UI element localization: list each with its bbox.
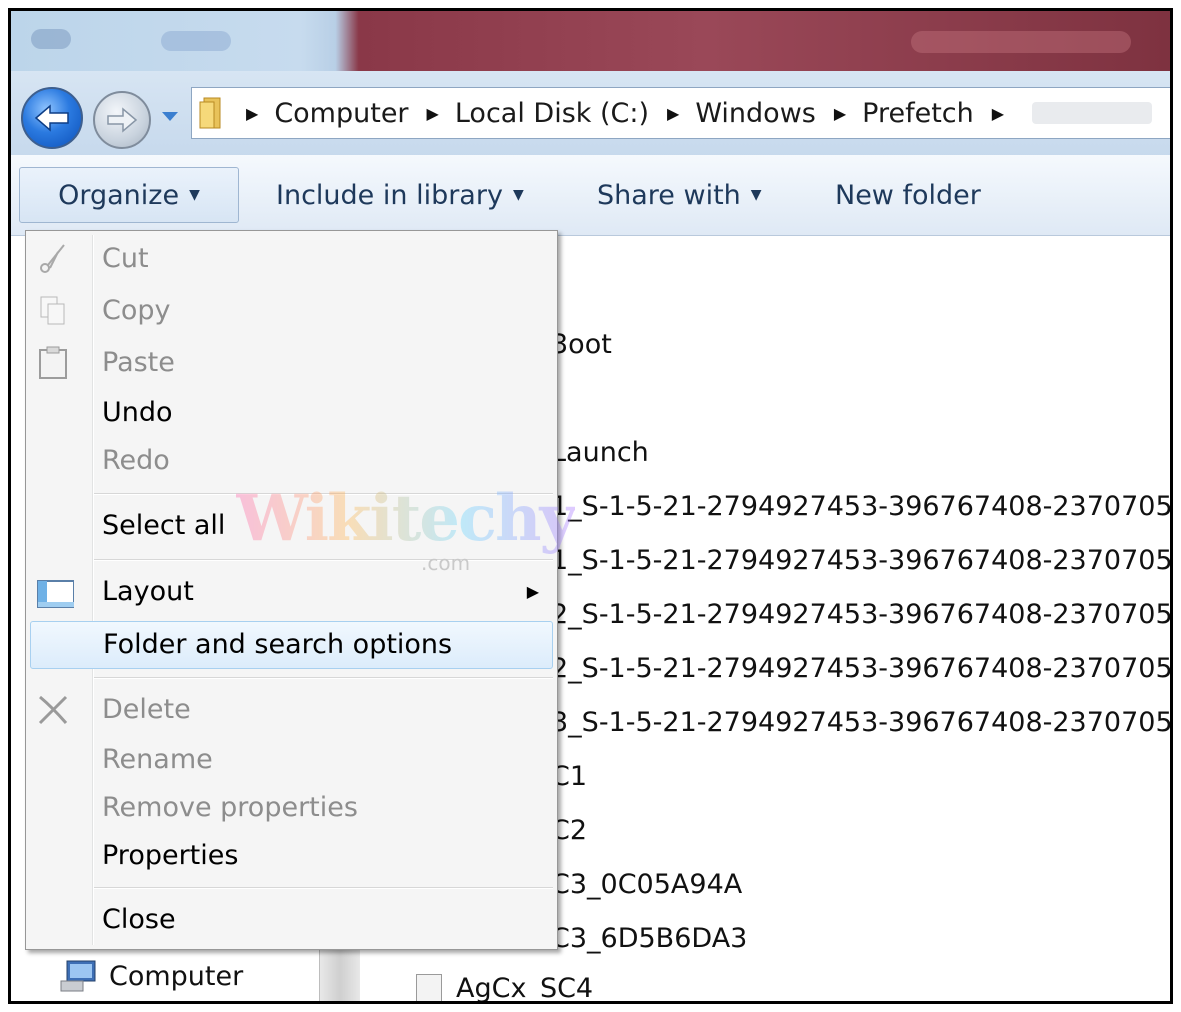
wikitechy-watermark: Wikitechy (236, 481, 577, 556)
chevron-down-icon: ▼ (750, 187, 762, 203)
menu-item-label: Delete (102, 694, 191, 725)
new-folder-label: New folder (835, 179, 981, 211)
breadcrumb-item-prefetch[interactable]: ▶ Prefetch ▶ (816, 98, 1020, 129)
scissors-icon (40, 244, 65, 273)
menu-item-label: Folder and search options (103, 629, 453, 660)
menu-item-close[interactable]: Close (26, 897, 557, 943)
file-item[interactable]: Launch (551, 433, 649, 473)
file-item[interactable]: 2_S-1-5-21-2794927453-396767408-23707051 (551, 595, 1173, 635)
organize-button[interactable]: Organize ▼ (19, 167, 239, 223)
nav-item-label: Computer (109, 960, 244, 992)
file-item[interactable]: 3oot (551, 325, 612, 365)
nav-pane-scrollbar[interactable] (319, 941, 360, 1001)
menu-item-label: Properties (102, 840, 239, 871)
menu-item-label: Select all (102, 510, 226, 541)
chevron-down-icon: ▼ (189, 187, 200, 203)
submenu-arrow-icon: ▶ (526, 582, 539, 601)
menu-item-label: Layout (102, 576, 194, 607)
blurred-address-text (1032, 102, 1153, 124)
file-name: C3_0C05A94A (551, 869, 743, 900)
breadcrumb-arrow-icon[interactable]: ▶ (992, 104, 1004, 123)
blurred-title-element (911, 31, 1131, 53)
breadcrumb-arrow-icon[interactable]: ▶ (246, 104, 258, 123)
breadcrumb-arrow-icon[interactable]: ▶ (667, 104, 679, 123)
file-item[interactable]: 3_S-1-5-21-2794927453-396767408-23707051 (551, 703, 1173, 743)
blurred-title-element (161, 31, 231, 51)
menu-item-label: Cut (102, 243, 149, 274)
menu-separator (94, 559, 553, 561)
menu-item-label: Remove properties (102, 792, 358, 823)
blurred-title-element (31, 29, 71, 49)
clipboard-icon (39, 346, 67, 379)
address-bar[interactable]: ▶ Computer ▶ Local Disk (C:) ▶ Windows ▶… (191, 87, 1170, 139)
back-button[interactable] (21, 87, 83, 149)
menu-separator (94, 887, 553, 889)
file-item[interactable]: 1_S-1-5-21-2794927453-396767408-23707051 (551, 487, 1173, 527)
copy-icon (40, 296, 65, 325)
new-folder-button[interactable]: New folder (835, 167, 981, 223)
menu-item-layout[interactable]: Layout ▶ (26, 569, 557, 615)
menu-item-folder-and-search-options[interactable]: Folder and search options (30, 621, 553, 669)
menu-item-label: Redo (102, 445, 170, 476)
command-bar: Organize ▼ Include in library ▼ Share wi… (11, 155, 1170, 236)
menu-item-undo[interactable]: Undo (26, 390, 557, 436)
file-item[interactable]: C3_0C05A94A (551, 865, 742, 905)
breadcrumb-label: Computer (274, 97, 409, 129)
include-in-library-button[interactable]: Include in library ▼ (276, 167, 524, 223)
file-name: AgCx_SC4 (456, 973, 594, 1004)
explorer-window: ▶ Computer ▶ Local Disk (C:) ▶ Windows ▶… (8, 8, 1173, 1004)
computer-icon (60, 960, 96, 992)
nav-item-computer[interactable]: Computer (59, 959, 243, 993)
file-item[interactable]: C3_6D5B6DA3 (551, 919, 747, 959)
arrow-left-icon (34, 104, 69, 132)
menu-item-label: Paste (102, 347, 175, 378)
file-name: 1_S-1-5-21-2794927453-396767408-23707051 (551, 545, 1173, 576)
breadcrumb-arrow-icon[interactable]: ▶ (427, 104, 439, 123)
menu-item-redo[interactable]: Redo (26, 438, 557, 484)
breadcrumb-item-windows[interactable]: ▶ Windows (649, 98, 816, 129)
include-in-library-label: Include in library (276, 179, 503, 211)
file-name: Launch (551, 437, 649, 468)
menu-item-label: Undo (102, 397, 173, 428)
menu-item-delete[interactable]: Delete (26, 687, 557, 733)
folder-icon (199, 97, 221, 129)
menu-item-properties[interactable]: Properties (26, 833, 557, 879)
file-item[interactable]: AgCx_SC4 (416, 969, 594, 1004)
menu-item-paste[interactable]: Paste (26, 340, 557, 386)
file-name: 1_S-1-5-21-2794927453-396767408-23707051 (551, 491, 1173, 522)
breadcrumb-item-computer[interactable]: ▶ Computer (228, 98, 409, 129)
menu-separator (94, 677, 553, 679)
file-item[interactable]: 1_S-1-5-21-2794927453-396767408-23707051 (551, 541, 1173, 581)
file-name: 3_S-1-5-21-2794927453-396767408-23707051 (551, 707, 1173, 738)
wikitechy-watermark-domain: .com (421, 551, 471, 575)
chevron-down-icon: ▼ (512, 187, 524, 203)
menu-item-label: Rename (102, 744, 213, 775)
share-with-button[interactable]: Share with ▼ (597, 167, 762, 223)
file-name: C3_6D5B6DA3 (551, 923, 748, 954)
menu-item-remove-properties[interactable]: Remove properties (26, 785, 557, 831)
breadcrumb-label: Prefetch (862, 97, 974, 129)
breadcrumb-label: Windows (695, 97, 816, 129)
recent-pages-dropdown-icon[interactable] (161, 109, 179, 123)
menu-item-cut[interactable]: Cut (26, 236, 557, 282)
menu-item-copy[interactable]: Copy (26, 288, 557, 334)
layout-icon (37, 580, 74, 608)
menu-item-label: Copy (102, 295, 171, 326)
file-item[interactable]: 2_S-1-5-21-2794927453-396767408-23707051 (551, 649, 1173, 689)
breadcrumb-item-local-disk[interactable]: ▶ Local Disk (C:) (409, 98, 649, 129)
file-name: 3oot (551, 329, 612, 360)
breadcrumb-label: Local Disk (C:) (454, 97, 650, 129)
menu-item-rename[interactable]: Rename (26, 737, 557, 783)
forward-button[interactable] (93, 91, 151, 149)
file-name: 2_S-1-5-21-2794927453-396767408-23707051 (551, 599, 1173, 630)
organize-label: Organize (58, 179, 180, 211)
delete-x-icon (38, 695, 68, 725)
file-icon (416, 973, 442, 1001)
menu-item-label: Close (102, 904, 176, 935)
organize-menu: Cut Copy Paste Undo Redo Select all Layo… (25, 230, 558, 950)
file-name: 2_S-1-5-21-2794927453-396767408-23707051 (551, 653, 1173, 684)
share-with-label: Share with (597, 179, 741, 211)
breadcrumb-arrow-icon[interactable]: ▶ (834, 104, 846, 123)
arrow-right-icon (107, 107, 138, 133)
